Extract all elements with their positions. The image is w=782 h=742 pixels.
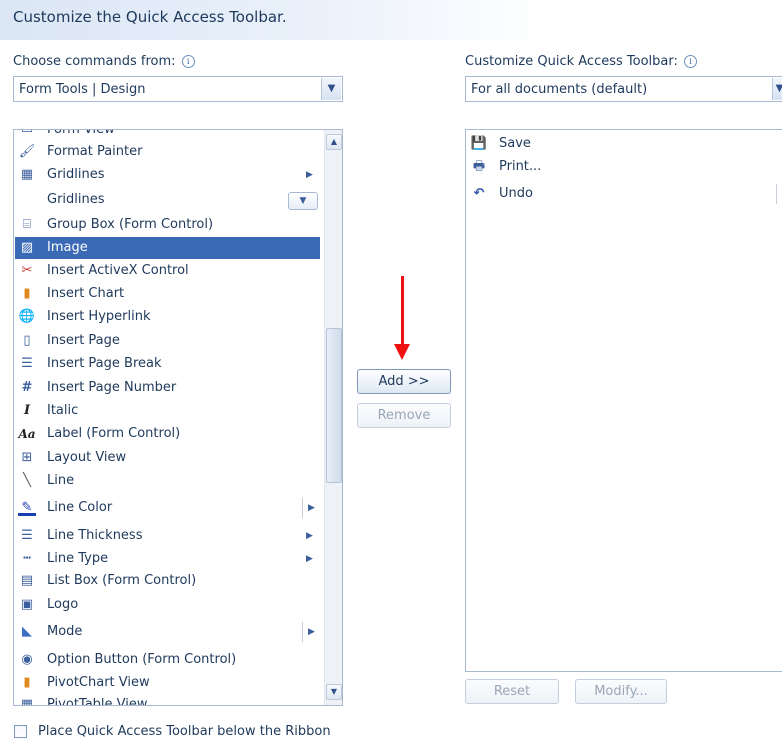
pivotchart-icon: ▮ [23,675,31,690]
activex-icon: ✂ [21,263,33,278]
list-item[interactable]: ☰ Insert Page Break [15,353,320,375]
choose-commands-value: Form Tools | Design [19,82,146,97]
commands-list[interactable]: ▭ Form View 🖌 Format Painter ▦ Gridlines… [13,129,343,706]
reset-button[interactable]: Reset [465,679,559,704]
gallery-dropdown-icon[interactable]: ▼ [288,192,318,210]
scroll-up-icon[interactable]: ▲ [326,134,342,150]
choose-commands-label: Choose commands from: i [13,54,195,69]
scroll-thumb[interactable] [326,328,342,483]
split-separator [302,498,303,518]
chevron-down-icon[interactable]: ▼ [321,78,341,100]
list-item-selected[interactable]: ▨ Image [15,237,320,259]
save-icon: 💾 [470,136,488,151]
page-number-icon: # [21,380,33,395]
add-button[interactable]: Add >> [357,369,451,394]
pivottable-icon: ▦ [20,697,34,706]
undo-icon: ↶ [473,186,485,201]
list-item[interactable]: ▦ Gridlines ▶ [15,164,320,186]
dialog-title: Customize the Quick Access Toolbar. [13,8,287,26]
layout-view-icon: ⊞ [21,450,33,465]
line-icon: ╲ [23,473,31,488]
list-item[interactable]: # Insert Page Number [15,377,320,399]
submenu-arrow-icon[interactable]: ▶ [308,621,315,643]
hyperlink-icon: 🌐 [18,309,36,324]
list-item[interactable]: ┅ Line Type ▶ [15,548,320,570]
list-item[interactable]: ◣ Mode ▶ [15,621,320,643]
list-item[interactable]: ▤ List Box (Form Control) [15,570,320,592]
list-item[interactable]: ☰ Line Thickness ▶ [15,525,320,547]
list-item[interactable]: 🖶 Print... [467,156,767,178]
customize-qat-value: For all documents (default) [471,82,648,97]
list-item[interactable]: ✂ Insert ActiveX Control [15,260,320,282]
list-item[interactable]: ▮ PivotChart View [15,672,320,694]
remove-button[interactable]: Remove [357,403,451,428]
split-separator [776,184,777,204]
commands-scrollbar[interactable]: ▲ ▼ [324,130,342,705]
logo-icon: ▣ [20,597,34,612]
choose-commands-text: Choose commands from: [13,54,176,69]
submenu-arrow-icon[interactable]: ▶ [308,497,315,519]
list-item[interactable]: ↶ Undo [467,183,767,205]
image-icon: ▨ [20,240,34,255]
form-view-icon: ▭ [20,129,34,137]
list-item[interactable]: ⊞ Layout View [15,447,320,469]
submenu-arrow-icon: ▶ [306,170,313,180]
submenu-arrow-icon: ▶ [306,531,313,541]
label-icon: Aa [18,427,36,441]
submenu-arrow-icon: ▶ [306,554,313,564]
gridlines-icon: ▦ [20,167,34,182]
line-type-icon: ┅ [23,551,31,566]
list-item[interactable]: Aa Label (Form Control) [15,423,320,445]
line-color-icon: ✎ [18,500,36,516]
place-below-ribbon-label[interactable]: Place Quick Access Toolbar below the Rib… [38,724,331,739]
option-button-icon: ◉ [21,652,33,667]
list-item[interactable]: ▦ PivotTable View [15,694,320,706]
modify-button[interactable]: Modify... [575,679,667,704]
list-item[interactable]: ▮ Insert Chart [15,283,320,305]
mode-icon: ◣ [22,624,32,639]
split-separator [302,622,303,642]
chevron-down-icon[interactable]: ▼ [772,78,782,100]
list-item[interactable]: ▯ Insert Page [15,330,320,352]
choose-commands-combo[interactable]: Form Tools | Design ▼ [13,76,343,102]
list-item[interactable]: Gridlines ▼ [15,189,320,211]
customize-qat-label: Customize Quick Access Toolbar: i [465,54,698,69]
list-item[interactable]: 💾 Save [467,133,767,155]
info-icon[interactable]: i [684,55,698,68]
toolbar-commands-list[interactable]: 💾 Save 🖶 Print... ↶ Undo [465,129,782,672]
customize-qat-combo[interactable]: For all documents (default) ▼ [465,76,782,102]
list-item[interactable]: ◉ Option Button (Form Control) [15,649,320,671]
list-item[interactable]: ▭ Form View [15,129,320,141]
list-item[interactable]: ▣ Logo [15,594,320,616]
annotation-arrow-icon [394,344,410,360]
list-box-icon: ▤ [20,573,34,588]
list-item[interactable]: ⌸ Group Box (Form Control) [15,214,320,236]
list-item[interactable]: I Italic [15,400,320,422]
list-item[interactable]: 🖌 Format Painter [15,141,320,163]
place-below-ribbon-checkbox[interactable] [14,725,27,738]
print-icon: 🖶 [472,159,486,174]
format-painter-icon: 🖌 [18,144,36,159]
list-item[interactable]: 🌐 Insert Hyperlink [15,306,320,328]
list-item[interactable]: ╲ Line [15,470,320,492]
group-box-icon: ⌸ [23,217,31,232]
italic-icon: I [23,403,31,418]
page-break-icon: ☰ [21,356,33,371]
info-icon[interactable]: i [181,55,195,68]
customize-qat-text: Customize Quick Access Toolbar: [465,54,678,69]
insert-page-icon: ▯ [23,333,31,348]
line-thickness-icon: ☰ [21,528,33,543]
annotation-arrow-shaft [401,276,404,346]
scroll-down-icon[interactable]: ▼ [326,684,342,700]
chart-icon: ▮ [23,286,31,301]
list-item[interactable]: ✎ Line Color ▶ [15,497,320,519]
